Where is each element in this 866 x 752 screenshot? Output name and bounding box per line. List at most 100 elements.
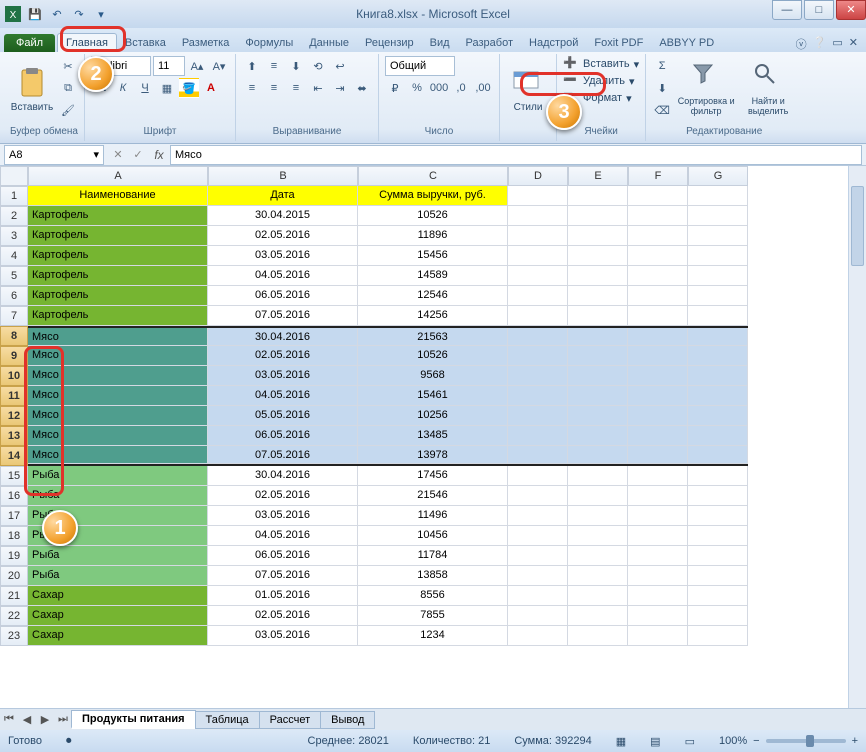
row-header-17[interactable]: 17 [0, 506, 28, 526]
cell[interactable]: 04.05.2016 [208, 266, 358, 286]
delete-cells-button[interactable]: ➖Удалить ▾ [563, 73, 639, 89]
tab-formulas[interactable]: Формулы [237, 34, 301, 52]
tab-nav-first-icon[interactable]: ⏮ [0, 713, 18, 726]
maximize-button[interactable]: □ [804, 0, 834, 20]
cell[interactable]: Картофель [28, 206, 208, 226]
row-header-8[interactable]: 8 [0, 326, 28, 346]
tab-home[interactable]: Главная [57, 33, 117, 52]
col-header-B[interactable]: B [208, 166, 358, 186]
name-box[interactable]: A8▾ [4, 145, 104, 165]
zoom-out-icon[interactable]: − [753, 735, 759, 747]
cell[interactable]: Сахар [28, 626, 208, 646]
font-color-icon[interactable]: А [201, 78, 221, 98]
row-header-15[interactable]: 15 [0, 466, 28, 486]
col-header-F[interactable]: F [628, 166, 688, 186]
macro-record-icon[interactable]: ⏺ [66, 735, 72, 748]
align-right-icon[interactable]: ≡ [286, 78, 306, 98]
header-cell[interactable]: Наименование [28, 186, 208, 206]
row-header-1[interactable]: 1 [0, 186, 28, 206]
row-header-7[interactable]: 7 [0, 306, 28, 326]
align-middle-icon[interactable]: ≡ [264, 56, 284, 76]
col-header-C[interactable]: C [358, 166, 508, 186]
cell[interactable]: 14256 [358, 306, 508, 326]
cell[interactable]: Мясо [28, 328, 208, 346]
decrease-indent-icon[interactable]: ⇤ [308, 78, 328, 98]
cell[interactable]: 13858 [358, 566, 508, 586]
view-normal-icon[interactable]: ▦ [616, 735, 626, 748]
cell[interactable]: 05.05.2016 [208, 406, 358, 426]
align-top-icon[interactable]: ⬆ [242, 56, 262, 76]
row-header-21[interactable]: 21 [0, 586, 28, 606]
formula-input[interactable]: Мясо [170, 145, 862, 165]
cell[interactable]: Мясо [28, 446, 208, 464]
fx-icon[interactable]: fx [148, 148, 170, 162]
cell[interactable]: Рыба [28, 546, 208, 566]
cell[interactable]: 9568 [358, 366, 508, 386]
row-header-2[interactable]: 2 [0, 206, 28, 226]
cell[interactable]: 30.04.2016 [208, 466, 358, 486]
cell[interactable]: Картофель [28, 286, 208, 306]
sheet-tab-2[interactable]: Рассчет [259, 711, 322, 729]
zoom-control[interactable]: 100% − + [719, 735, 858, 747]
tab-foxit[interactable]: Foxit PDF [586, 34, 651, 52]
cell[interactable]: Мясо [28, 346, 208, 366]
cell[interactable]: 10456 [358, 526, 508, 546]
cell[interactable]: 13978 [358, 446, 508, 464]
row-header-13[interactable]: 13 [0, 426, 28, 446]
help-icon[interactable]: ❔ [813, 36, 827, 52]
tab-developer[interactable]: Разработ [458, 34, 521, 52]
cell[interactable]: 7855 [358, 606, 508, 626]
format-painter-icon[interactable]: 🖌 [58, 100, 78, 120]
tab-review[interactable]: Рецензир [357, 34, 422, 52]
cell[interactable]: 04.05.2016 [208, 386, 358, 406]
cell[interactable]: 07.05.2016 [208, 566, 358, 586]
window-options-icon[interactable]: ▭ [832, 36, 842, 52]
align-center-icon[interactable]: ≡ [264, 78, 284, 98]
cell[interactable]: 03.05.2016 [208, 246, 358, 266]
cell[interactable]: 06.05.2016 [208, 286, 358, 306]
cell[interactable]: 07.05.2016 [208, 446, 358, 464]
row-header-18[interactable]: 18 [0, 526, 28, 546]
row-header-5[interactable]: 5 [0, 266, 28, 286]
cell[interactable]: Картофель [28, 266, 208, 286]
increase-font-icon[interactable]: A▴ [187, 56, 207, 76]
orientation-icon[interactable]: ⟲ [308, 56, 328, 76]
clear-icon[interactable]: ⌫ [652, 100, 672, 120]
cell[interactable]: 21546 [358, 486, 508, 506]
increase-decimal-icon[interactable]: ,0 [451, 78, 471, 98]
tab-data[interactable]: Данные [301, 34, 357, 52]
tab-layout[interactable]: Разметка [174, 34, 238, 52]
enter-fx-icon[interactable]: ✓ [128, 145, 148, 165]
tab-abbyy[interactable]: ABBYY PD [651, 34, 722, 52]
zoom-in-icon[interactable]: + [852, 735, 858, 747]
row-header-4[interactable]: 4 [0, 246, 28, 266]
col-header-E[interactable]: E [568, 166, 628, 186]
tab-view[interactable]: Вид [422, 34, 458, 52]
cancel-fx-icon[interactable]: ✕ [108, 145, 128, 165]
cell[interactable]: 02.05.2016 [208, 606, 358, 626]
zoom-slider[interactable] [766, 739, 846, 743]
close-button[interactable]: ✕ [836, 0, 866, 20]
minimize-button[interactable]: — [772, 0, 802, 20]
italic-icon[interactable]: К [113, 78, 133, 98]
cell[interactable]: 06.05.2016 [208, 426, 358, 446]
row-header-12[interactable]: 12 [0, 406, 28, 426]
cell[interactable]: Сахар [28, 606, 208, 626]
cell[interactable]: 14589 [358, 266, 508, 286]
number-format-combo[interactable]: Общий [385, 56, 455, 76]
row-header-20[interactable]: 20 [0, 566, 28, 586]
underline-icon[interactable]: Ч [135, 78, 155, 98]
cell[interactable]: Рыба [28, 466, 208, 486]
align-left-icon[interactable]: ≡ [242, 78, 262, 98]
cell[interactable]: 10526 [358, 206, 508, 226]
row-header-14[interactable]: 14 [0, 446, 28, 466]
currency-icon[interactable]: ₽ [385, 78, 405, 98]
insert-cells-button[interactable]: ➕Вставить ▾ [563, 56, 639, 72]
col-header-G[interactable]: G [688, 166, 748, 186]
increase-indent-icon[interactable]: ⇥ [330, 78, 350, 98]
cell[interactable]: 30.04.2016 [208, 328, 358, 346]
file-tab[interactable]: Файл [4, 34, 55, 52]
merge-icon[interactable]: ⬌ [352, 78, 372, 98]
select-all-corner[interactable] [0, 166, 28, 186]
cut-icon[interactable]: ✂ [58, 56, 78, 76]
